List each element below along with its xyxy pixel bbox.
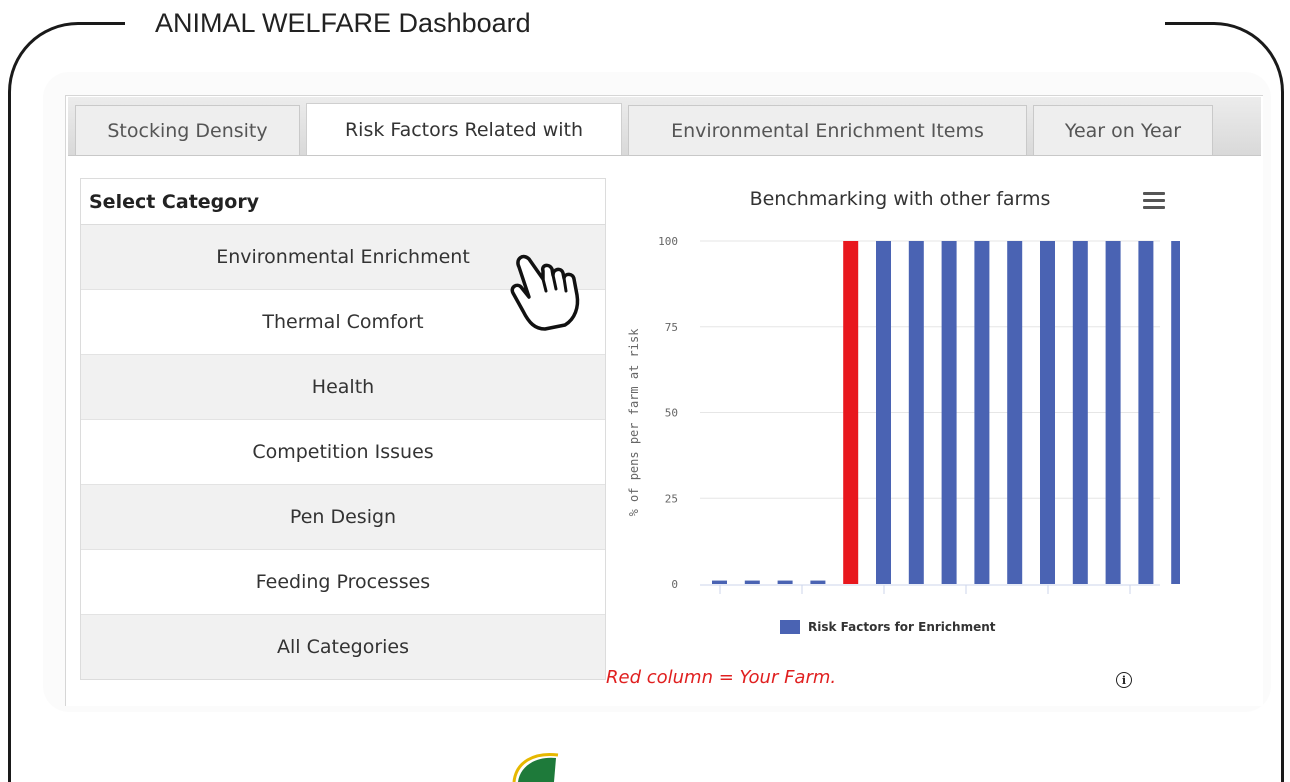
info-icon[interactable]: i [1116, 672, 1132, 688]
bar [941, 241, 957, 584]
bottom-cover [60, 752, 1230, 782]
tab-year-on-year[interactable]: Year on Year [1033, 105, 1213, 155]
y-tick-label: 25 [665, 492, 678, 505]
category-pen-design[interactable]: Pen Design [81, 485, 605, 550]
bar [712, 580, 727, 584]
benchmark-chart: 0 25 50 75 100 % of pens per farm at risk [627, 235, 1180, 594]
bar [777, 580, 793, 584]
tab-environmental-enrichment-items[interactable]: Environmental Enrichment Items [628, 105, 1027, 155]
bar [1105, 241, 1121, 584]
page-title: ANIMAL WELFARE Dashboard [155, 8, 531, 38]
tab-stocking-density[interactable]: Stocking Density [75, 105, 300, 155]
bar [974, 241, 990, 584]
bar [810, 580, 826, 584]
hamburger-menu-icon[interactable] [1143, 192, 1165, 210]
category-header: Select Category [81, 179, 605, 225]
bar [1040, 241, 1055, 584]
y-tick-label: 75 [665, 321, 678, 334]
category-competition-issues[interactable]: Competition Issues [81, 420, 605, 485]
logo-icon [512, 752, 559, 782]
bar [908, 241, 924, 584]
bar [1072, 241, 1088, 584]
bar [843, 241, 859, 584]
chart-title: Benchmarking with other farms [749, 188, 1051, 210]
y-tick-label: 50 [665, 407, 678, 420]
your-farm-note: Red column = Your Farm. [606, 667, 837, 688]
category-feeding-processes[interactable]: Feeding Processes [81, 550, 605, 615]
category-health[interactable]: Health [81, 355, 605, 420]
bar [876, 241, 891, 584]
y-axis-label: % of pens per farm at risk [627, 328, 641, 517]
bar [1007, 241, 1023, 584]
legend-swatch [780, 620, 800, 634]
bar [744, 580, 760, 584]
legend-label: Risk Factors for Enrichment [808, 620, 996, 634]
hand-pointer-icon [510, 254, 580, 331]
y-tick-label: 0 [671, 578, 678, 591]
bar [1138, 241, 1154, 584]
chart-legend[interactable]: Risk Factors for Enrichment [780, 620, 996, 634]
tab-risk-factors[interactable]: Risk Factors Related with [306, 103, 622, 155]
y-tick-label: 100 [658, 235, 678, 248]
category-all-categories[interactable]: All Categories [81, 615, 605, 679]
bar [1171, 241, 1180, 584]
